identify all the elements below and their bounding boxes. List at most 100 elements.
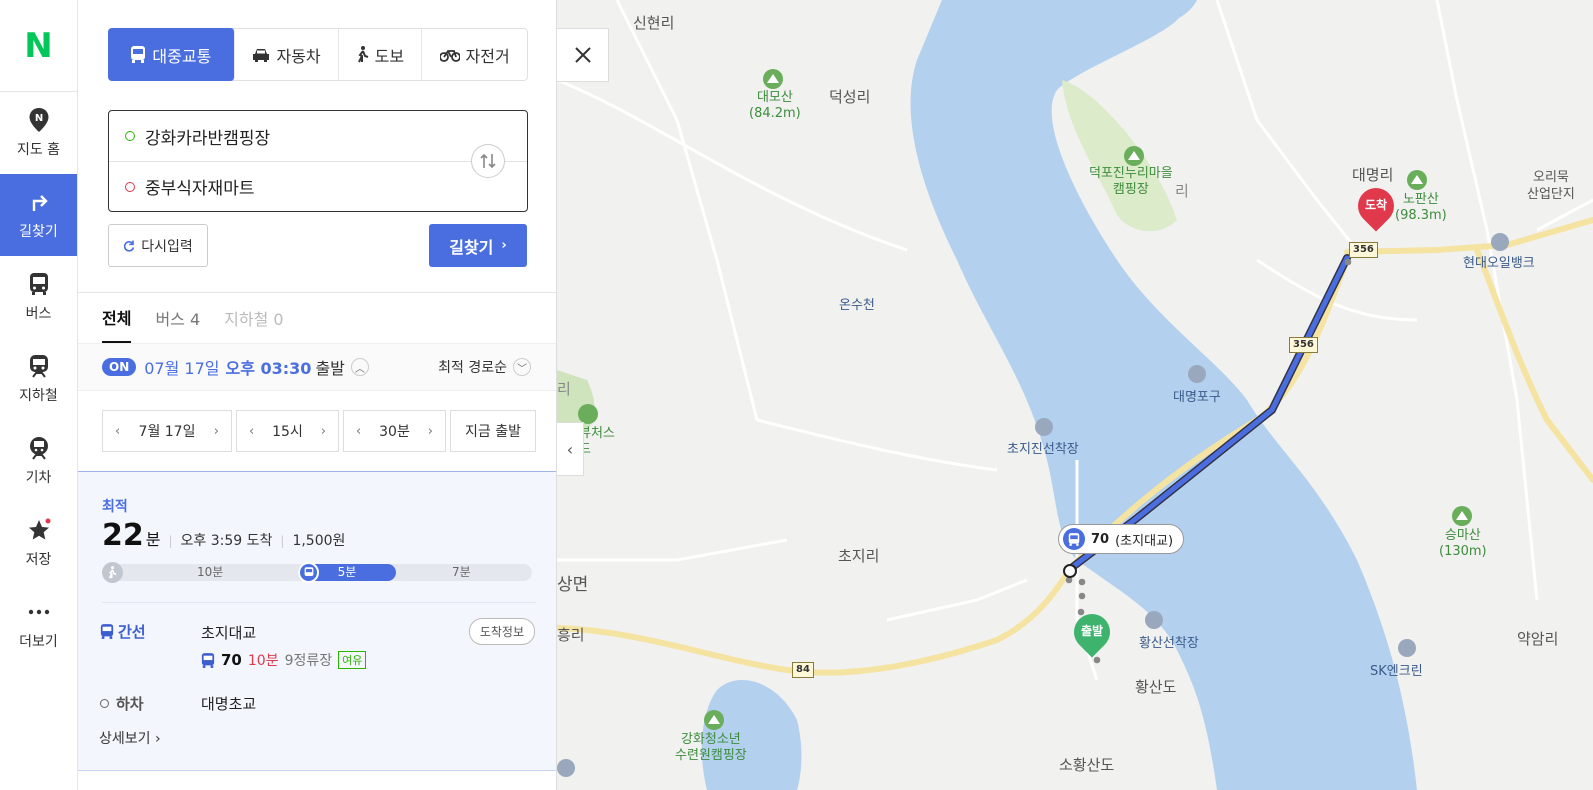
bus-stop-bubble[interactable]: 70 (초지대교) <box>1058 524 1185 554</box>
route-result-card[interactable]: 최적 22 분 | 오후 3:59 도착 | 1,500원 10분 5분 7분 … <box>78 471 556 771</box>
svg-text:N: N <box>34 113 42 124</box>
separator: | <box>168 534 173 548</box>
naver-logo[interactable]: N <box>0 0 77 92</box>
swap-button[interactable] <box>471 144 505 178</box>
origin-dot-icon <box>125 131 135 141</box>
origin-value: 강화카라반캠핑장 <box>145 128 271 149</box>
mode-transit-tab[interactable]: 대중교통 <box>108 28 235 81</box>
chevron-left-icon: ‹ <box>566 439 574 459</box>
bus-number: 70 <box>221 651 242 669</box>
mode-car-tab[interactable]: 자동차 <box>235 29 340 80</box>
hour-picker: ‹ 15시 › <box>236 410 339 452</box>
minute-prev-icon[interactable]: ‹ <box>356 424 361 439</box>
map-label-ri: 리 <box>1175 182 1189 200</box>
arrival-info-button[interactable]: 도착정보 <box>468 618 535 645</box>
map-label-hwangsando: 황산도 <box>1135 678 1177 696</box>
search-directions-button[interactable]: 길찾기 › <box>429 224 527 267</box>
origin-pin[interactable]: 출발 <box>1066 606 1118 660</box>
bubble-bus-stop: (초지대교) <box>1115 533 1174 549</box>
depart-now-button[interactable]: 지금 출발 <box>450 410 536 452</box>
date-picker-value: 7월 17일 <box>138 424 196 440</box>
minute-picker-value: 30분 <box>379 424 410 440</box>
departure-date: 07월 17일 <box>144 359 220 378</box>
bus-icon <box>201 652 215 668</box>
separator: | <box>280 534 285 548</box>
departure-on-toggle[interactable]: ON <box>102 358 137 376</box>
destination-value: 중부식자재마트 <box>145 179 255 199</box>
departure-time-row: ON 07월 17일 오후 03:30 출발 ︿ 최적 경로순 ﹀ <box>78 343 556 391</box>
alight-step: 하차 <box>100 693 144 714</box>
route-shield-84: 84 <box>792 662 814 678</box>
hour-picker-value: 15시 <box>272 424 303 440</box>
map-label-yakamri: 약암리 <box>1517 630 1559 648</box>
walk1-duration: 10분 <box>197 565 224 579</box>
hour-prev-icon[interactable]: ‹ <box>249 424 254 439</box>
directions-icon <box>26 189 52 215</box>
collapse-panel-button[interactable]: ‹ <box>557 422 584 476</box>
mode-bike-tab[interactable]: 자전거 <box>422 29 527 80</box>
map-home-icon: N <box>26 107 52 133</box>
transport-mode-tabs: 대중교통 자동차 도보 자전거 <box>108 28 528 81</box>
rail-item-train[interactable]: 기차 <box>0 420 77 502</box>
minute-next-icon[interactable]: › <box>428 424 433 439</box>
map-label-seungmasan: 승마산 (130m) <box>1439 528 1487 560</box>
close-icon <box>574 47 591 63</box>
rail-label-bus: 버스 <box>25 306 52 322</box>
bus-icon <box>100 624 114 639</box>
rail-item-map-home[interactable]: N 지도 홈 <box>0 92 77 174</box>
directions-panel: 대중교통 자동차 도보 자전거 강화카라반캠핑장 중부식자재마트 다시입력 길찾… <box>78 0 557 790</box>
hour-next-icon[interactable]: › <box>321 424 326 439</box>
rail-label-map-home: 지도 홈 <box>16 142 61 158</box>
rail-item-more[interactable]: 더보기 <box>0 584 77 666</box>
chevron-right-icon: › <box>154 731 161 747</box>
map-label-nopansan: 노판산 (98.3m) <box>1395 192 1447 224</box>
rail-item-saved[interactable]: 저장 <box>0 502 77 584</box>
route-summary: 22 분 | 오후 3:59 도착 | 1,500원 <box>102 518 345 553</box>
mode-bike-label: 자전거 <box>465 46 510 66</box>
map-label-onsucheon: 온수천 <box>839 298 875 313</box>
route-arrival: 오후 3:59 도착 <box>180 533 273 549</box>
mode-walk-tab[interactable]: 도보 <box>339 29 423 80</box>
origin-field[interactable]: 강화카라반캠핑장 <box>109 111 527 161</box>
car-icon <box>253 48 270 62</box>
chevron-up-icon[interactable]: ︿ <box>350 358 369 376</box>
mode-transit-label: 대중교통 <box>152 46 212 66</box>
origin-pin-label: 출발 <box>1080 624 1104 638</box>
destination-field[interactable]: 중부식자재마트 <box>109 161 527 211</box>
map-canvas[interactable]: 신현리 대모산 (84.2m) 덕성리 덕포진누리마을 캠핑장 리 대명리 노판… <box>557 0 1593 790</box>
date-picker: ‹ 7월 17일 › <box>102 410 232 452</box>
refresh-icon <box>124 240 135 252</box>
swap-icon <box>480 153 496 169</box>
bus-icon <box>131 46 146 63</box>
map-label-daemyeong: 대명리 <box>1352 166 1394 184</box>
rail-item-bus[interactable]: 버스 <box>0 256 77 338</box>
departure-label: 출발 <box>315 359 345 378</box>
detail-link[interactable]: 상세보기 › <box>99 728 161 748</box>
close-panel-button[interactable] <box>557 28 609 82</box>
map-label-sk: SK엔크린 <box>1370 664 1423 679</box>
star-icon <box>26 517 52 543</box>
more-icon <box>26 599 52 625</box>
destination-pin[interactable]: 도착 <box>1350 180 1402 234</box>
tab-bus[interactable]: 버스 4 <box>155 293 200 343</box>
left-nav-rail: N N 지도 홈 길찾기 버스 지하철 기차 저장 더보기 <box>0 0 78 790</box>
seat-badge: 여유 <box>338 651 367 669</box>
tab-all[interactable]: 전체 <box>102 293 132 343</box>
date-prev-icon[interactable]: ‹ <box>115 424 120 439</box>
rail-label-directions: 길찾기 <box>19 224 58 240</box>
map-label-ganghwa-camp: 강화청소년 수련원캠핑장 <box>675 732 747 764</box>
tab-subway[interactable]: 지하철 0 <box>224 293 283 343</box>
rail-item-directions[interactable]: 길찾기 <box>0 174 77 256</box>
reset-button[interactable]: 다시입력 <box>108 224 208 267</box>
alight-dot-icon <box>100 699 109 708</box>
result-tabs: 전체 버스 4 지하철 0 <box>102 293 284 343</box>
route-minutes: 22 <box>102 518 144 553</box>
board-step: 간선 <box>100 621 146 642</box>
board-stop: 초지대교 <box>201 624 257 642</box>
sort-dropdown[interactable]: 최적 경로순 ﹀ <box>438 357 531 377</box>
time-picker-row: ‹ 7월 17일 › ‹ 15시 › ‹ 30분 › 지금 출발 <box>102 410 536 452</box>
map-label-chojiri: 초지리 <box>838 547 880 565</box>
rail-item-subway[interactable]: 지하철 <box>0 338 77 420</box>
date-next-icon[interactable]: › <box>214 424 219 439</box>
bubble-bus-number: 70 <box>1091 531 1110 547</box>
